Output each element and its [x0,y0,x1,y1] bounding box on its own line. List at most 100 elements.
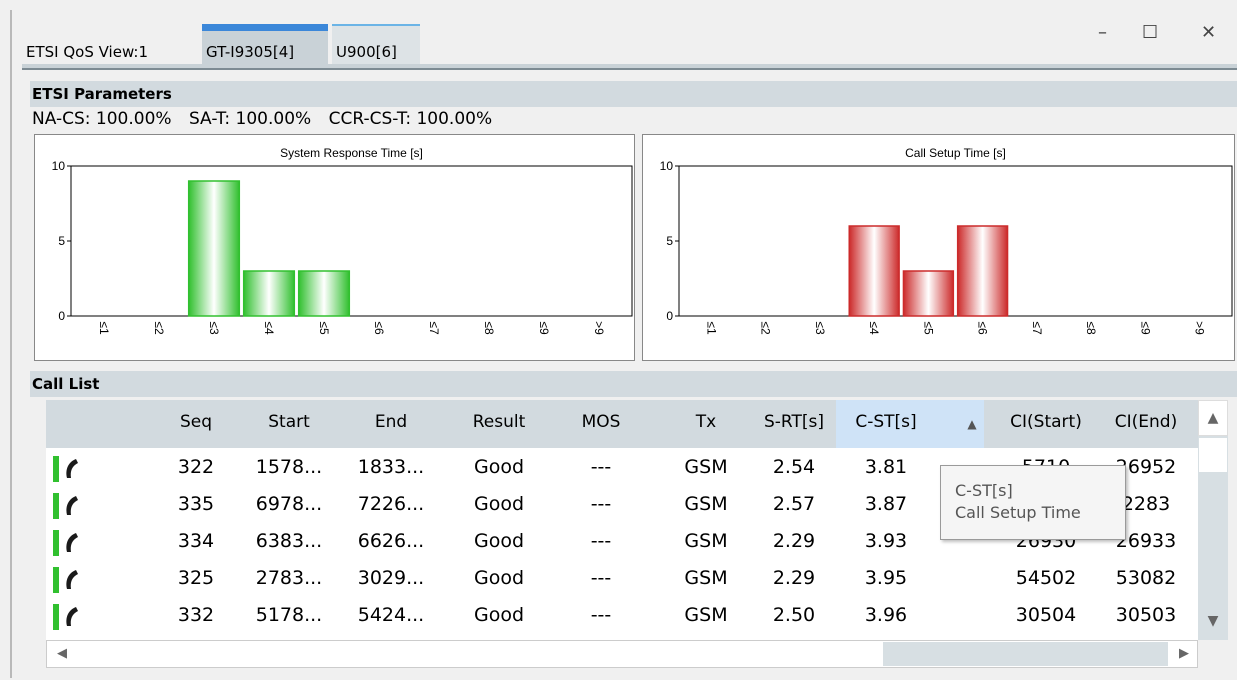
bar-3 [848,225,900,317]
table-row[interactable]: 332 5178... 5424... Good --- GSM 2.50 3.96 30504… [46,598,1206,635]
cell-result: Good [473,456,525,478]
plot-frame [70,165,633,317]
phone-call-icon [53,493,83,519]
cell-ci-end-: 53082 [1115,567,1177,589]
col-ci-end[interactable]: CI(End) [1101,412,1191,432]
column-tooltip: C-ST[s] Call Setup Time [940,465,1126,540]
cell-start: 6383... [255,530,323,552]
col-seq[interactable]: Seq [166,412,226,432]
x-tick-label: ≤4 [867,321,881,335]
vertical-scrollbar[interactable]: ▲ ▼ [1198,400,1228,640]
table-row[interactable]: 325 2783... 3029... Good --- GSM 2.29 3.95 54502… [46,561,1206,598]
x-tick-label: ≤9 [1138,321,1152,335]
vertical-scroll-thumb[interactable] [1199,438,1227,472]
x-tick-label: ≤3 [813,321,827,335]
cell-mos: --- [590,530,612,552]
cell-c-st-s-: 3.95 [864,567,908,589]
call-list-header: Call List [30,371,1237,397]
sort-ascending-icon[interactable]: ▲ [962,417,982,431]
cell-tx: GSM [684,493,728,515]
cell-s-rt-s-: 2.29 [772,567,816,589]
chart-title: System Response Time [s] [280,146,423,160]
x-tick-label: ≤8 [482,321,496,335]
scroll-right-button[interactable]: ▶ [1169,641,1199,667]
cell-end: 1833... [357,456,425,478]
cell-c-st-s-: 3.96 [864,604,908,626]
cell-c-st-s-: 3.81 [864,456,908,478]
etsi-qos-window: ETSI QoS View:1 GT-I9305[4] U900[6] – ☐ … [10,10,1237,678]
tab-u900[interactable]: U900[6] [332,24,420,64]
window-title: ETSI QoS View:1 [26,43,148,61]
x-tick-label: ≤7 [427,321,441,335]
phone-call-icon [53,530,83,556]
ccr-cs-t-value: CCR-CS-T: 100.00% [328,109,493,129]
col-result[interactable]: Result [454,412,544,432]
horizontal-scrollbar[interactable]: ◀ ▶ [46,640,1198,668]
col-tx[interactable]: Tx [666,412,746,432]
system-response-time-svg: System Response Time [s] 0 5 10 ≤1 ≤2 ≤3 ≤4 ≤5 ≤6… [52,146,633,335]
x-tick-label: >9 [592,321,606,335]
tooltip-description: Call Setup Time [955,503,1081,522]
grid-header: Seq Start End Result MOS Tx S-RT[s] C-ST… [46,400,1206,448]
system-response-time-chart: System Response Time [s] 0 5 10 ≤1 ≤2 ≤3 ≤4 ≤5 ≤6… [34,134,635,361]
x-tick-label: ≤7 [1030,321,1044,335]
col-start[interactable]: Start [249,412,329,432]
bar-2 [187,180,241,317]
x-tick-label: ≤2 [152,321,166,335]
horizontal-scroll-thumb[interactable] [883,642,1168,666]
x-tick-label: ≤4 [262,321,276,335]
cell-tx: GSM [684,530,728,552]
col-c-st[interactable]: C-ST[s] [846,412,926,432]
na-cs-value: NA-CS: 100.00% [32,109,172,129]
tab-gt-i9305[interactable]: GT-I9305[4] [202,24,328,64]
col-end[interactable]: End [351,412,431,432]
minimize-button[interactable]: – [1098,22,1107,43]
cell-s-rt-s-: 2.29 [772,530,816,552]
phone-call-icon [53,604,83,630]
cell-end: 3029... [357,567,425,589]
cell-start: 1578... [255,456,323,478]
cell-c-st-s-: 3.93 [864,530,908,552]
cell-mos: --- [590,493,612,515]
scroll-down-button[interactable]: ▼ [1198,604,1228,640]
etsi-params-line: NA-CS: 100.00% SA-T: 100.00% CCR-CS-T: 1… [32,109,504,129]
x-tick-label: ≤5 [317,321,331,335]
bar-5 [956,225,1009,317]
maximize-button[interactable]: ☐ [1142,22,1158,43]
y-tick-label: 0 [666,309,673,323]
x-tick-label: ≤2 [759,321,773,335]
cell-tx: GSM [684,604,728,626]
cell-ci-start-: 54502 [1015,567,1077,589]
cell-s-rt-s-: 2.50 [772,604,816,626]
cell-seq: 322 [177,456,215,478]
cell-end: 5424... [357,604,425,626]
phone-call-icon [53,567,83,593]
bar-4 [902,270,955,317]
x-tick-label: ≤5 [921,321,935,335]
col-ci-start[interactable]: CI(Start) [996,412,1096,432]
etsi-parameters-header: ETSI Parameters [30,81,1237,107]
x-tick-label: ≤6 [372,321,386,335]
y-tick-label: 10 [52,159,66,173]
scroll-left-button[interactable]: ◀ [47,641,77,667]
cell-tx: GSM [684,567,728,589]
y-tick-label: 0 [58,309,65,323]
y-tick-label: 10 [660,159,674,173]
col-mos[interactable]: MOS [561,412,641,432]
scroll-up-button[interactable]: ▲ [1198,400,1228,436]
x-tick-label: ≤9 [537,321,551,335]
cell-ci-start-: 30504 [1015,604,1077,626]
chart-title: Call Setup Time [s] [905,146,1006,160]
close-button[interactable]: ✕ [1201,22,1216,43]
tab-underline-dark [22,68,1237,70]
cell-mos: --- [590,604,612,626]
cell-c-st-s-: 3.87 [864,493,908,515]
x-tick-label: ≤6 [976,321,990,335]
cell-result: Good [473,567,525,589]
col-s-rt[interactable]: S-RT[s] [749,412,839,432]
cell-s-rt-s-: 2.54 [772,456,816,478]
x-tick-label: ≤8 [1084,321,1098,335]
cell-result: Good [473,604,525,626]
cell-s-rt-s-: 2.57 [772,493,816,515]
cell-seq: 325 [177,567,215,589]
